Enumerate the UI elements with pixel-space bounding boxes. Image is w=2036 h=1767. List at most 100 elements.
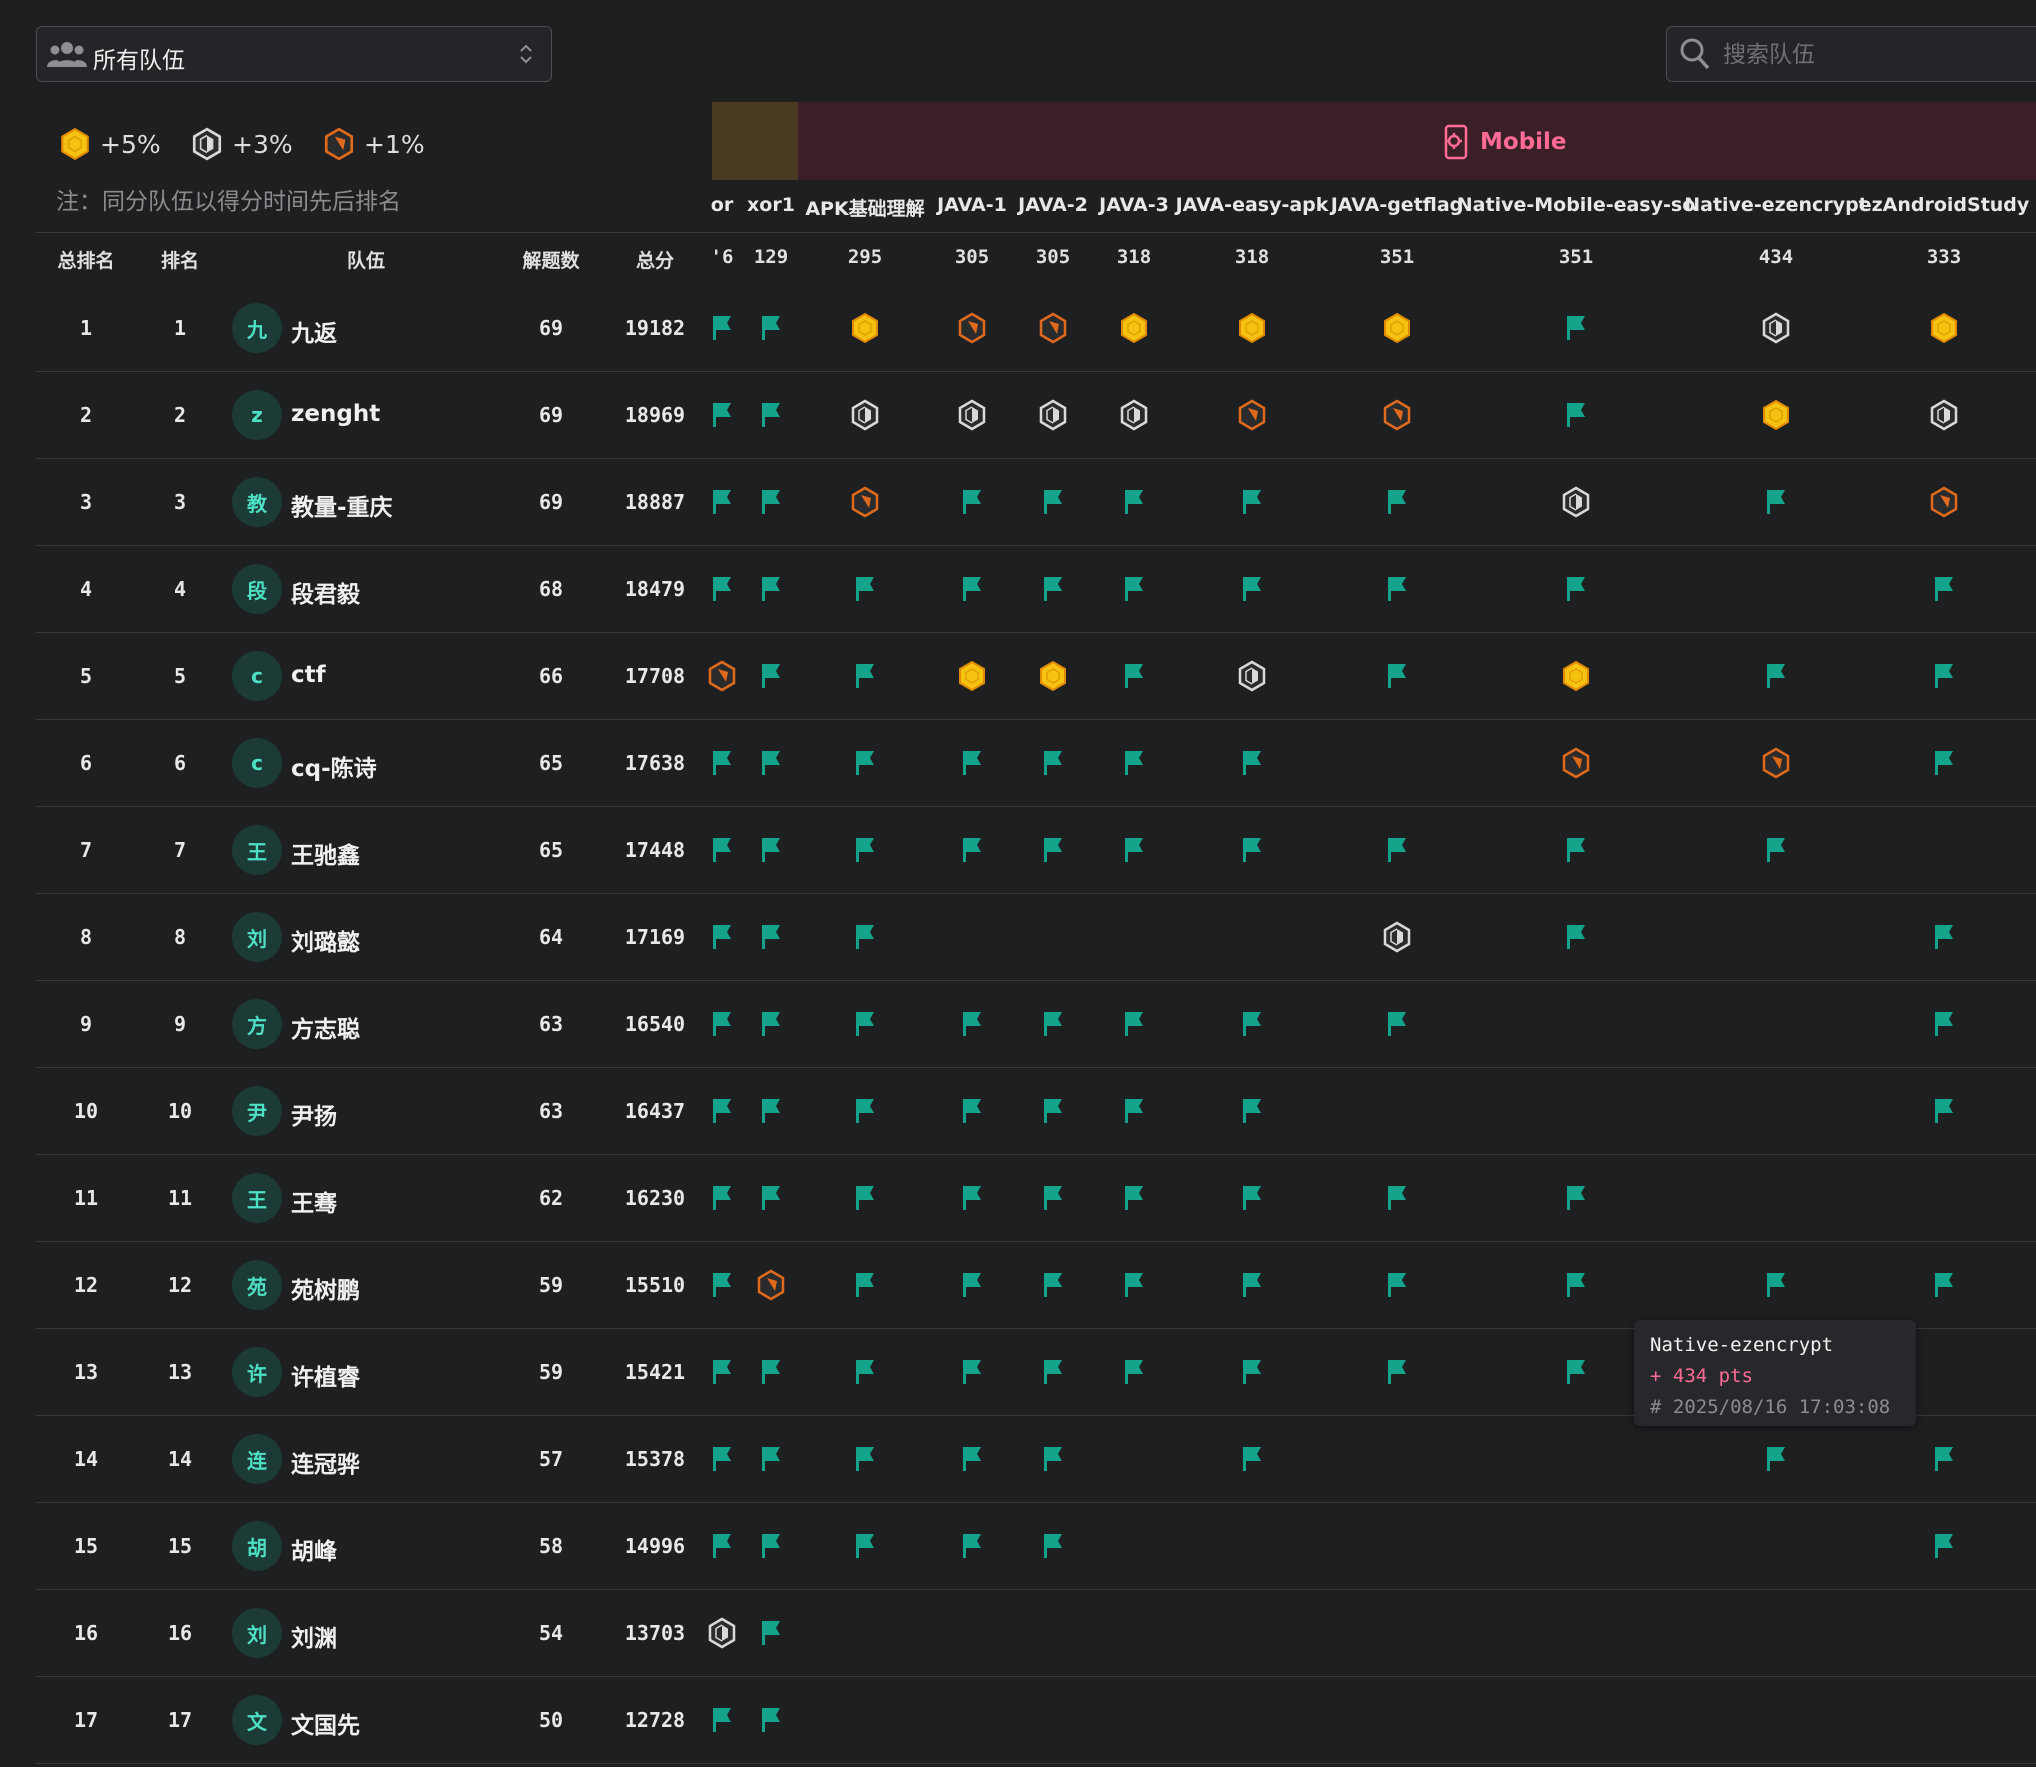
solved-flag-icon[interactable] bbox=[849, 1269, 881, 1301]
solved-flag-icon[interactable] bbox=[956, 1182, 988, 1214]
silver-medal-icon[interactable] bbox=[1928, 399, 1960, 431]
solved-flag-icon[interactable] bbox=[1118, 747, 1150, 779]
team-name[interactable]: 九返 bbox=[291, 314, 337, 348]
solved-flag-icon[interactable] bbox=[1381, 1182, 1413, 1214]
table-row[interactable]: 11 11 王王骞 62 16230 bbox=[36, 1154, 2036, 1242]
silver-medal-icon[interactable] bbox=[1037, 399, 1069, 431]
silver-medal-icon[interactable] bbox=[849, 399, 881, 431]
solved-flag-icon[interactable] bbox=[1560, 1356, 1592, 1388]
table-row[interactable]: 1 1 九九返 69 19182 bbox=[36, 284, 2036, 372]
bronze-medal-icon[interactable] bbox=[1381, 399, 1413, 431]
team-name[interactable]: 尹扬 bbox=[291, 1097, 337, 1131]
solved-flag-icon[interactable] bbox=[1118, 660, 1150, 692]
solved-flag-icon[interactable] bbox=[1118, 1095, 1150, 1127]
table-row[interactable]: 2 2 z zenght 69 18969 bbox=[36, 371, 2036, 459]
table-row[interactable]: 9 9 方方志聪 63 16540 bbox=[36, 980, 2036, 1068]
solved-flag-icon[interactable] bbox=[956, 1008, 988, 1040]
solved-flag-icon[interactable] bbox=[1381, 1269, 1413, 1301]
solved-flag-icon[interactable] bbox=[1236, 1443, 1268, 1475]
solved-flag-icon[interactable] bbox=[1037, 573, 1069, 605]
solved-flag-icon[interactable] bbox=[1037, 834, 1069, 866]
solved-flag-icon[interactable] bbox=[755, 399, 787, 431]
team-name[interactable]: 王驰鑫 bbox=[291, 836, 360, 870]
solved-flag-icon[interactable] bbox=[706, 1095, 738, 1127]
solved-flag-icon[interactable] bbox=[1037, 1356, 1069, 1388]
solved-flag-icon[interactable] bbox=[755, 1095, 787, 1127]
team-name[interactable]: 连冠骅 bbox=[291, 1445, 360, 1479]
silver-medal-icon[interactable] bbox=[1560, 486, 1592, 518]
challenge-header-9[interactable]: Native-ezencrypt bbox=[1684, 194, 1868, 216]
table-row[interactable]: 14 14 连连冠骅 57 15378 bbox=[36, 1415, 2036, 1503]
challenge-header-10[interactable]: ezAndroidStudy bbox=[1859, 194, 2030, 216]
solved-flag-icon[interactable] bbox=[1381, 573, 1413, 605]
solved-flag-icon[interactable] bbox=[1037, 1008, 1069, 1040]
solved-flag-icon[interactable] bbox=[706, 1008, 738, 1040]
search-input[interactable] bbox=[1721, 39, 2025, 71]
solved-flag-icon[interactable] bbox=[1236, 1095, 1268, 1127]
solved-flag-icon[interactable] bbox=[1236, 1008, 1268, 1040]
team-filter-select[interactable]: 所有队伍 bbox=[36, 26, 552, 82]
solved-flag-icon[interactable] bbox=[1236, 573, 1268, 605]
solved-flag-icon[interactable] bbox=[755, 747, 787, 779]
solved-flag-icon[interactable] bbox=[755, 1182, 787, 1214]
solved-flag-icon[interactable] bbox=[1560, 399, 1592, 431]
solved-flag-icon[interactable] bbox=[1236, 1356, 1268, 1388]
solved-flag-icon[interactable] bbox=[755, 573, 787, 605]
solved-flag-icon[interactable] bbox=[956, 1095, 988, 1127]
solved-flag-icon[interactable] bbox=[849, 1443, 881, 1475]
solved-flag-icon[interactable] bbox=[1928, 921, 1960, 953]
solved-flag-icon[interactable] bbox=[706, 747, 738, 779]
solved-flag-icon[interactable] bbox=[849, 660, 881, 692]
team-name[interactable]: cq-陈诗 bbox=[291, 749, 377, 783]
challenge-header-5[interactable]: JAVA-3 bbox=[1099, 194, 1169, 216]
team-name[interactable]: 方志聪 bbox=[291, 1010, 360, 1044]
team-name[interactable]: 刘璐懿 bbox=[291, 923, 360, 957]
challenge-header-8[interactable]: Native-Mobile-easy-so bbox=[1457, 194, 1695, 216]
solved-flag-icon[interactable] bbox=[849, 834, 881, 866]
bronze-medal-icon[interactable] bbox=[706, 660, 738, 692]
solved-flag-icon[interactable] bbox=[706, 1704, 738, 1736]
solved-flag-icon[interactable] bbox=[1236, 834, 1268, 866]
table-row[interactable]: 12 12 苑苑树鹏 59 15510 bbox=[36, 1241, 2036, 1329]
solved-flag-icon[interactable] bbox=[849, 1530, 881, 1562]
solved-flag-icon[interactable] bbox=[755, 1356, 787, 1388]
solved-flag-icon[interactable] bbox=[755, 1008, 787, 1040]
mobile-category-band[interactable] bbox=[798, 102, 2036, 180]
solved-flag-icon[interactable] bbox=[956, 834, 988, 866]
silver-medal-icon[interactable] bbox=[1118, 399, 1150, 431]
silver-medal-icon[interactable] bbox=[1760, 312, 1792, 344]
solved-flag-icon[interactable] bbox=[1236, 1269, 1268, 1301]
solved-flag-icon[interactable] bbox=[706, 312, 738, 344]
gold-medal-icon[interactable] bbox=[1236, 312, 1268, 344]
solved-flag-icon[interactable] bbox=[956, 747, 988, 779]
bronze-medal-icon[interactable] bbox=[1236, 399, 1268, 431]
bronze-medal-icon[interactable] bbox=[1560, 747, 1592, 779]
bronze-medal-icon[interactable] bbox=[1928, 486, 1960, 518]
team-search[interactable] bbox=[1666, 26, 2036, 82]
mobile-category-label[interactable]: Mobile bbox=[1440, 124, 1567, 160]
solved-flag-icon[interactable] bbox=[849, 921, 881, 953]
solved-flag-icon[interactable] bbox=[956, 1269, 988, 1301]
gold-medal-icon[interactable] bbox=[849, 312, 881, 344]
silver-medal-icon[interactable] bbox=[1381, 921, 1413, 953]
solved-flag-icon[interactable] bbox=[849, 1095, 881, 1127]
solved-flag-icon[interactable] bbox=[1037, 486, 1069, 518]
solved-flag-icon[interactable] bbox=[1560, 573, 1592, 605]
solved-flag-icon[interactable] bbox=[755, 486, 787, 518]
bronze-medal-icon[interactable] bbox=[1037, 312, 1069, 344]
solved-flag-icon[interactable] bbox=[755, 660, 787, 692]
solved-flag-icon[interactable] bbox=[849, 747, 881, 779]
table-row[interactable]: 7 7 王王驰鑫 65 17448 bbox=[36, 806, 2036, 894]
solved-flag-icon[interactable] bbox=[1381, 834, 1413, 866]
solved-flag-icon[interactable] bbox=[1037, 747, 1069, 779]
solved-flag-icon[interactable] bbox=[1118, 1356, 1150, 1388]
solved-flag-icon[interactable] bbox=[1236, 486, 1268, 518]
solved-flag-icon[interactable] bbox=[1236, 747, 1268, 779]
solved-flag-icon[interactable] bbox=[956, 486, 988, 518]
solved-flag-icon[interactable] bbox=[1118, 1008, 1150, 1040]
table-row[interactable]: 16 16 刘刘渊 54 13703 bbox=[36, 1589, 2036, 1677]
solved-flag-icon[interactable] bbox=[706, 486, 738, 518]
solved-flag-icon[interactable] bbox=[755, 834, 787, 866]
solved-flag-icon[interactable] bbox=[849, 1008, 881, 1040]
table-row[interactable]: 15 15 胡胡峰 58 14996 bbox=[36, 1502, 2036, 1590]
